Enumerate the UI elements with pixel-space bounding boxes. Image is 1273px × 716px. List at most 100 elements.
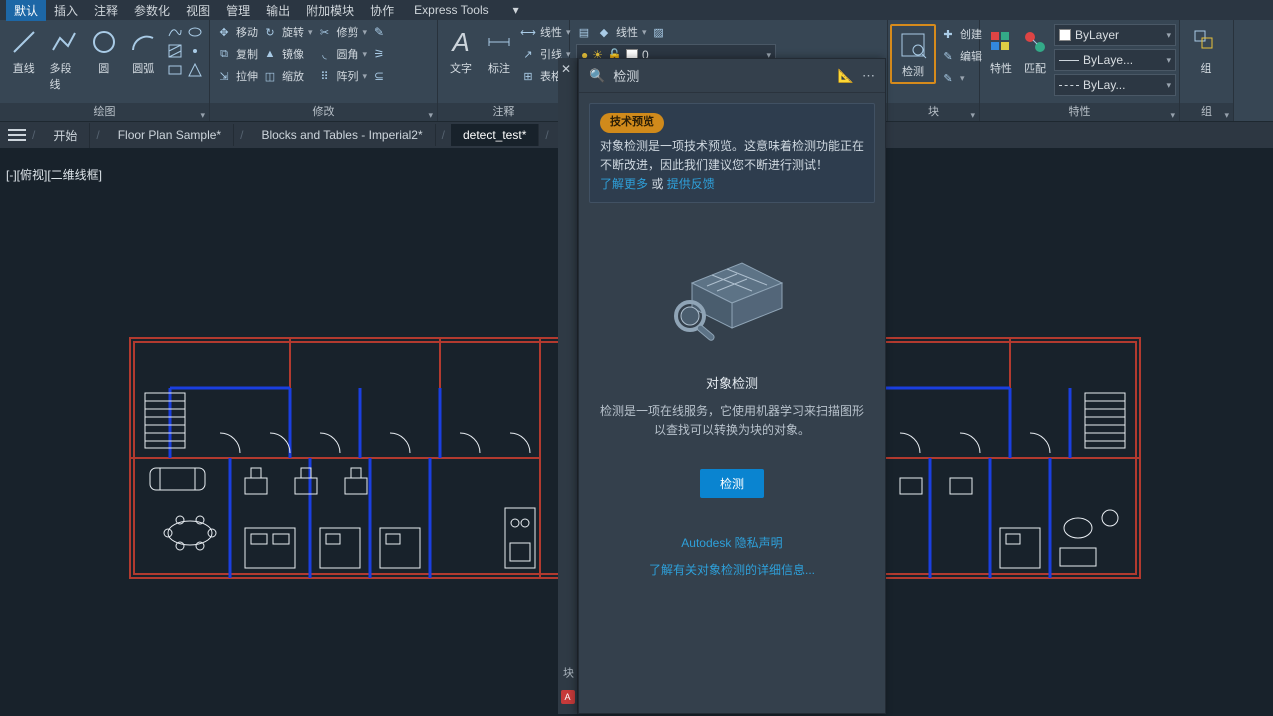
dimension-icon [483, 26, 515, 58]
learn-more-link[interactable]: 了解更多 [600, 177, 648, 191]
menu-collab[interactable]: 协作 [362, 0, 402, 21]
tool-match-label: 匹配 [1024, 60, 1046, 76]
edit-icon: ✎ [940, 48, 956, 64]
menu-parametric[interactable]: 参数化 [126, 0, 178, 21]
panel-modify-title[interactable]: 修改▾ [210, 103, 437, 121]
point-icon[interactable] [187, 43, 203, 59]
tool-mirror[interactable]: ▲镜像 [262, 46, 313, 62]
text-icon: A [445, 26, 477, 58]
detect-description: 检测是一项在线服务，它使用机器学习来扫描图形以查找可以转换为块的对象。 [597, 402, 867, 440]
tab-detect-test[interactable]: detect_test* [451, 124, 539, 146]
tech-preview-box: 技术预览 对象检测是一项技术预览。这意味着检测功能正在不断改进，因此我们建议您不… [589, 103, 875, 203]
tool-match[interactable]: 匹配 [1020, 24, 1050, 78]
hatch2-icon[interactable]: ▨ [651, 24, 667, 40]
erase-icon[interactable]: ✎ [371, 24, 387, 40]
polyline-icon [48, 26, 80, 58]
menu-manage[interactable]: 管理 [218, 0, 258, 21]
color-select[interactable]: ByLayer▾ [1054, 24, 1176, 46]
attr-icon: ✎ [940, 70, 956, 86]
detect-highlight: 检测 [890, 24, 936, 84]
menu-overflow[interactable]: ▾ [505, 1, 527, 19]
tool-block-attr[interactable]: ✎▾ [940, 70, 982, 86]
tool-dim-label: 标注 [488, 60, 510, 76]
layer-linetype-label: 线性 [616, 24, 638, 40]
tool-fillet[interactable]: ◟圆角▾ [317, 46, 368, 62]
detect-menu-icon[interactable]: ⋯ [862, 68, 875, 84]
tool-array[interactable]: ⠿阵列▾ [317, 68, 368, 84]
tool-dimension[interactable]: 标注 [482, 24, 516, 78]
detect-heading: 对象检测 [706, 373, 758, 392]
menu-default[interactable]: 默认 [6, 0, 46, 21]
menu-insert[interactable]: 插入 [46, 0, 86, 21]
panel-draw-title[interactable]: 绘图▾ [0, 103, 209, 121]
palette-close-icon[interactable]: ✕ [561, 62, 571, 76]
panel-draw: 直线 多段线 圆 圆弧 [0, 20, 210, 121]
detect-more-link[interactable]: 了解有关对象检测的详细信息... [649, 561, 815, 578]
tool-stretch[interactable]: ⇲拉伸 [216, 68, 258, 84]
tool-arc[interactable]: 圆弧 [125, 24, 161, 78]
offset-icon[interactable]: ⊆ [371, 68, 387, 84]
spline-icon[interactable] [167, 24, 183, 40]
menu-express-tools[interactable]: Express Tools [406, 1, 496, 19]
tool-trim[interactable]: ✂修剪▾ [317, 24, 368, 40]
array-icon: ⠿ [317, 68, 333, 84]
tool-line[interactable]: 直线 [6, 24, 42, 78]
detect-panel-title: 检测 [613, 66, 830, 85]
linetype-select[interactable]: ByLay...▾ [1054, 74, 1176, 96]
layerstate-icon[interactable]: ◆ [596, 24, 612, 40]
tool-group-label: 组 [1201, 60, 1212, 76]
group-icon [1190, 26, 1222, 58]
menu-addons[interactable]: 附加模块 [298, 0, 362, 21]
tool-text[interactable]: A 文字 [444, 24, 478, 78]
tool-block-create[interactable]: ✚创建 [940, 26, 982, 42]
menu-output[interactable]: 输出 [258, 0, 298, 21]
detect-panel-icon: 🔍 [589, 68, 605, 84]
tool-block-edit[interactable]: ✎编辑 [940, 48, 982, 64]
tabs-menu-icon[interactable] [8, 129, 26, 141]
viewport-label[interactable]: [-][俯视][二维线框] [6, 166, 102, 183]
tool-copy[interactable]: ⧉复制 [216, 46, 258, 62]
or-text: 或 [651, 177, 663, 191]
menu-view[interactable]: 视图 [178, 0, 218, 21]
menubar: 默认 插入 注释 参数化 视图 管理 输出 附加模块 协作 Express To… [0, 0, 1273, 20]
fillet-icon: ◟ [317, 46, 333, 62]
tab-blocks[interactable]: Blocks and Tables - Imperial2* [249, 124, 435, 146]
detect-button[interactable]: 检测 [700, 469, 764, 498]
panel-block-title[interactable]: 块▾ [888, 103, 979, 121]
panel-group-title[interactable]: 组▾ [1180, 103, 1233, 121]
tool-detect[interactable]: 检测 [893, 27, 933, 81]
line-icon [8, 26, 40, 58]
panel-annot-title[interactable]: 注释▾ [438, 103, 569, 121]
tool-circle[interactable]: 圆 [86, 24, 122, 78]
tool-properties[interactable]: 特性 [986, 24, 1016, 78]
tool-circle-label: 圆 [98, 60, 109, 76]
rectangle-icon[interactable] [167, 62, 183, 78]
feedback-link[interactable]: 提供反馈 [667, 177, 715, 191]
detect-settings-icon[interactable]: 📐 [838, 68, 854, 84]
tool-rotate[interactable]: ↻旋转▾ [262, 24, 313, 40]
tool-linear[interactable]: ⟷线性▾ [520, 24, 571, 40]
tool-polyline[interactable]: 多段线 [46, 24, 82, 94]
tool-line-label: 直线 [13, 60, 35, 76]
lineweight-select[interactable]: ByLaye...▾ [1054, 49, 1176, 71]
copy-icon: ⧉ [216, 46, 232, 62]
explode-icon[interactable]: ⚞ [371, 46, 387, 62]
tool-scale[interactable]: ◫缩放 [262, 68, 313, 84]
tool-move[interactable]: ✥移动 [216, 24, 258, 40]
palette-label[interactable]: 块 [560, 667, 576, 680]
match-icon [1019, 26, 1051, 58]
leader-icon: ↗ [520, 46, 536, 62]
tab-floorplan[interactable]: Floor Plan Sample* [106, 124, 234, 146]
tool-group[interactable]: 组 [1186, 24, 1226, 78]
ellipse-icon[interactable] [187, 24, 203, 40]
privacy-link[interactable]: Autodesk 隐私声明 [649, 534, 815, 551]
layerprops-icon[interactable]: ▤ [576, 24, 592, 40]
tab-start[interactable]: 开始 [41, 123, 90, 148]
linear-icon: ⟷ [520, 24, 536, 40]
hatch-icon[interactable] [167, 43, 183, 59]
rotate-icon: ↻ [262, 24, 278, 40]
panel-props-title[interactable]: 特性▾ [980, 103, 1179, 121]
region-icon[interactable] [187, 62, 203, 78]
circle-icon [88, 26, 120, 58]
menu-annotate[interactable]: 注释 [86, 0, 126, 21]
